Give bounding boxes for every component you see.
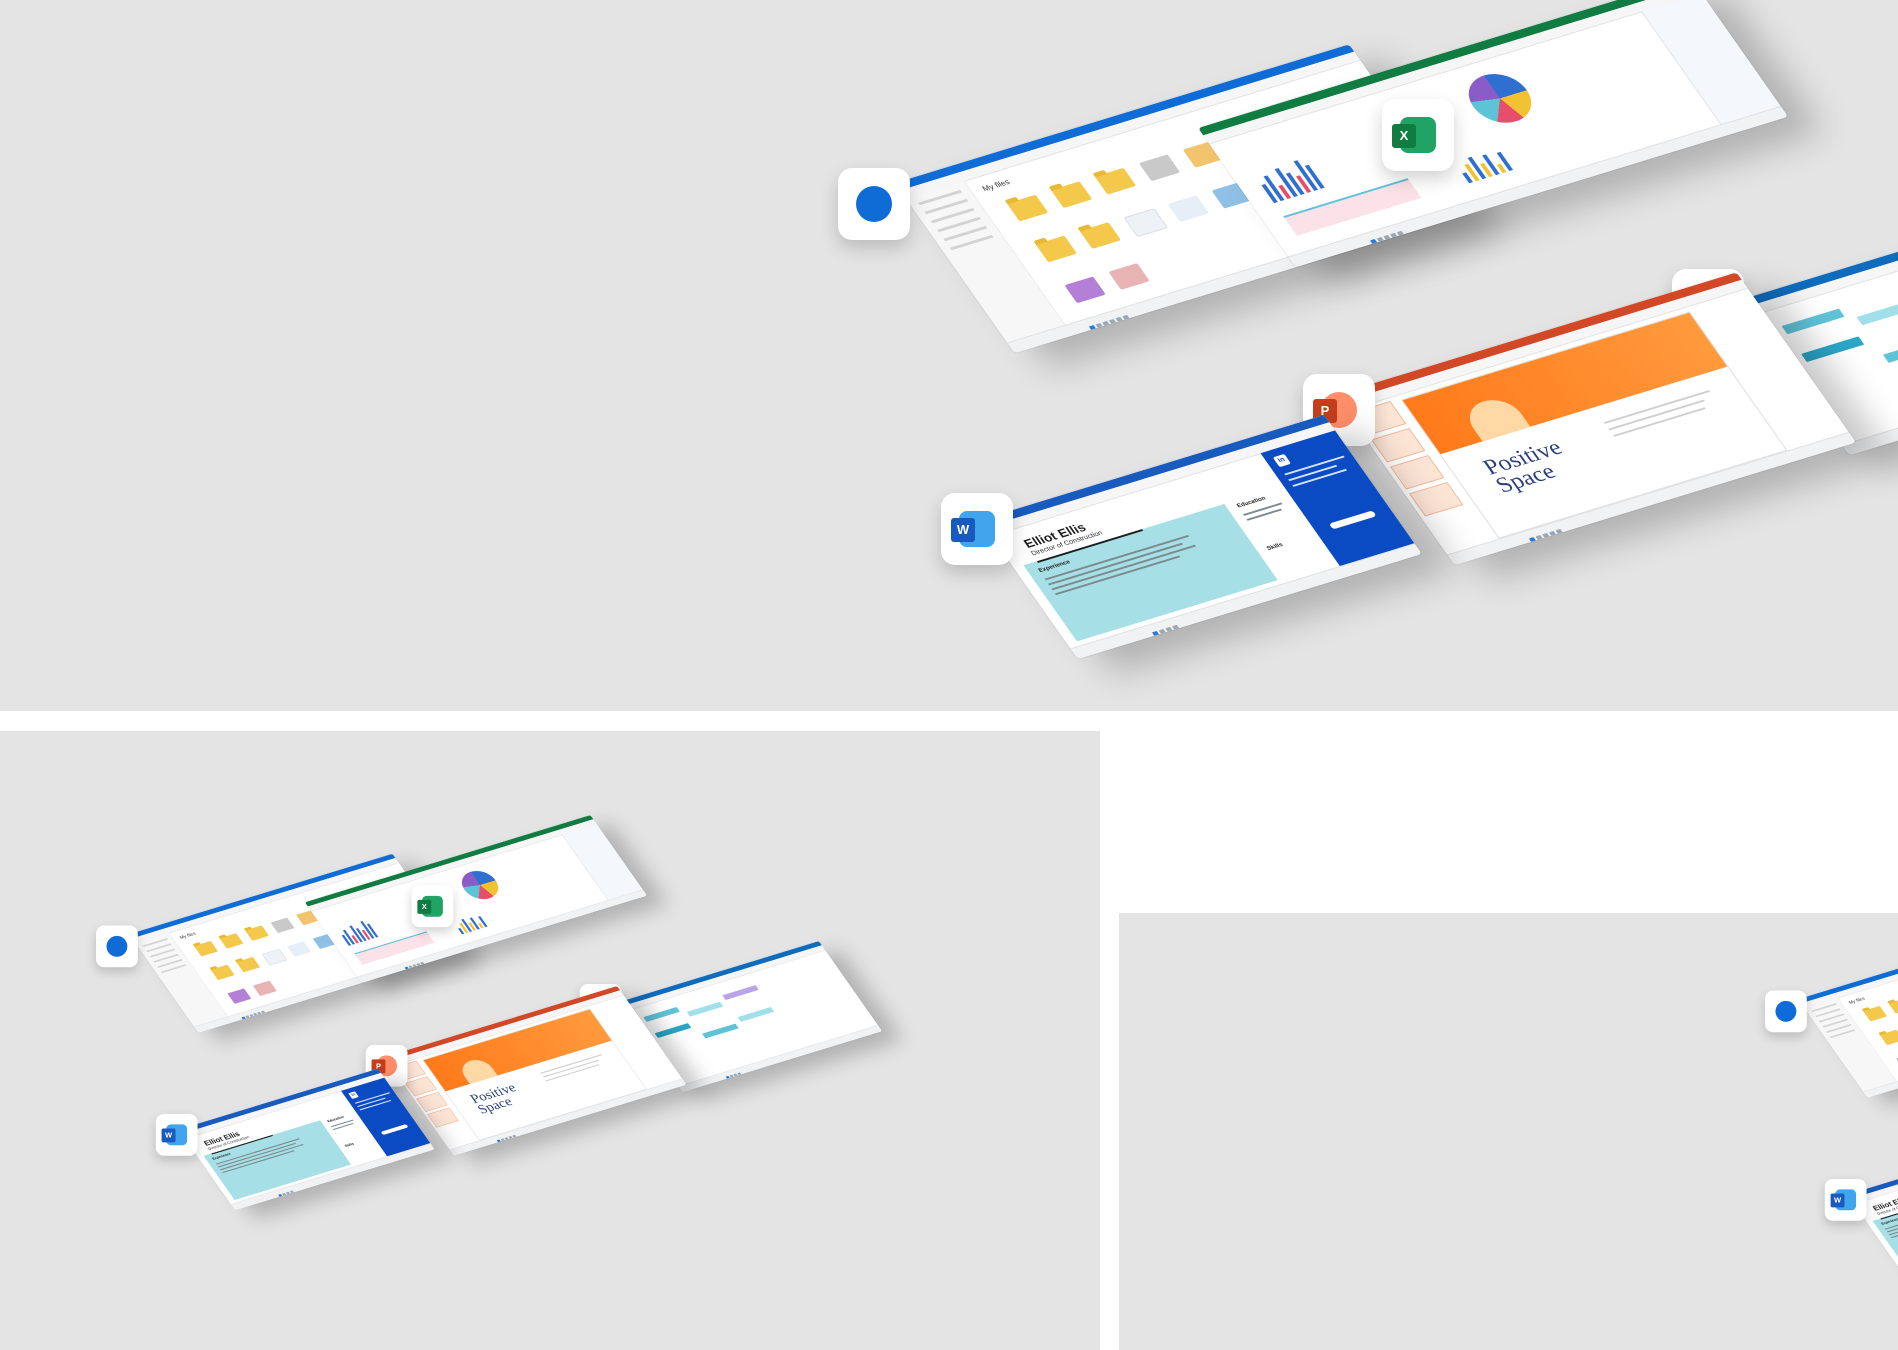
word-window: Elliot Ellis Director of Construction Ex… <box>980 414 1422 660</box>
file-thumbnail[interactable] <box>1108 263 1150 290</box>
onedrive-app-icon[interactable] <box>1765 990 1807 1033</box>
excel-window <box>304 815 648 983</box>
lamp-icon <box>456 1056 498 1084</box>
calendar-event[interactable] <box>654 1023 692 1038</box>
app-collage: My files <box>0 0 1898 711</box>
folder-icon[interactable] <box>210 964 235 981</box>
folder-icon[interactable] <box>1079 222 1121 249</box>
word-letter: W <box>951 518 975 542</box>
file-thumbnail[interactable] <box>1167 195 1209 223</box>
word-app-icon[interactable]: W <box>941 493 1013 565</box>
get-started-button[interactable] <box>1328 510 1377 530</box>
resume-heading-skills: Skills <box>1266 542 1285 552</box>
get-started-button[interactable] <box>380 1124 409 1136</box>
app-collage: My files <box>0 815 883 1246</box>
pie-chart <box>455 867 505 904</box>
lamp-icon <box>1459 394 1531 442</box>
assistant-text-lines <box>1284 455 1352 487</box>
bar-chart <box>336 918 379 946</box>
excel-side-pane <box>561 824 644 901</box>
calendar-event[interactable] <box>1801 336 1865 363</box>
hero-panel-small: My files Elliot Ellis Director of Constr… <box>1119 913 1898 1350</box>
cloud-icon <box>106 935 128 957</box>
file-thumbnail[interactable] <box>261 948 288 966</box>
calendar-event[interactable] <box>737 1006 775 1022</box>
app-collage: My files <box>1279 913 1898 1311</box>
folder-icon[interactable] <box>1094 167 1137 195</box>
hero-panel-medium: My files X Positive Space P Elliot Ellis… <box>0 731 1100 1350</box>
file-thumbnail[interactable] <box>252 980 277 997</box>
calendar-event[interactable] <box>1882 337 1898 363</box>
folder-icon[interactable] <box>1035 235 1078 263</box>
resume-heading-skills: Skills <box>344 1142 355 1149</box>
folder-icon[interactable] <box>1050 181 1093 209</box>
excel-dashboard <box>311 824 644 977</box>
excel-letter: X <box>417 899 432 914</box>
excel-side-pane <box>1641 0 1782 126</box>
folder-icon[interactable] <box>219 933 244 949</box>
assistant-text-lines <box>354 1092 395 1111</box>
cloud-icon <box>1775 1000 1797 1022</box>
onedrive-app-icon[interactable] <box>96 925 138 968</box>
cloud-icon <box>856 186 892 222</box>
bar-chart <box>452 912 488 935</box>
word-window: Elliot Ellis Director of Construction Ex… <box>178 1068 435 1211</box>
folder-icon[interactable] <box>1006 194 1049 222</box>
bar-chart <box>1251 155 1325 204</box>
folder-icon[interactable] <box>1863 1005 1887 1022</box>
linkedin-icon: in <box>348 1091 359 1099</box>
calendar-event[interactable] <box>686 1001 724 1017</box>
calendar-event[interactable] <box>722 985 759 1001</box>
file-thumbnail[interactable] <box>1123 208 1169 238</box>
folder-icon[interactable] <box>194 940 218 957</box>
excel-window <box>1198 0 1789 268</box>
bar-chart <box>1452 145 1514 184</box>
file-thumbnail[interactable] <box>227 988 252 1004</box>
folder-icon[interactable] <box>1888 998 1898 1014</box>
onedrive-page-title: My files <box>178 931 197 940</box>
folder-icon[interactable] <box>236 956 261 973</box>
onedrive-app-icon[interactable] <box>838 168 910 240</box>
excel-app-icon[interactable]: X <box>1382 99 1454 171</box>
pie-chart <box>1457 67 1543 130</box>
word-letter: W <box>1830 1193 1845 1208</box>
word-app-icon[interactable]: W <box>1824 1178 1867 1221</box>
onedrive-content: My files <box>1804 928 1898 1093</box>
file-thumbnail[interactable] <box>287 941 312 957</box>
folder-icon[interactable] <box>245 925 270 941</box>
onedrive-window: My files <box>1798 918 1898 1098</box>
calendar-event[interactable] <box>702 1023 739 1039</box>
word-app-icon[interactable]: W <box>155 1113 198 1156</box>
linkedin-icon: in <box>1272 453 1292 468</box>
folder-icon[interactable] <box>1879 1029 1898 1046</box>
calendar-event[interactable] <box>1856 299 1898 326</box>
word-letter: W <box>161 1128 176 1143</box>
excel-letter: X <box>1392 124 1416 148</box>
onedrive-page-title: My files <box>1847 996 1866 1005</box>
file-thumbnail[interactable] <box>1138 154 1181 182</box>
calendar-event[interactable] <box>643 1006 680 1022</box>
excel-app-icon[interactable]: X <box>411 885 454 928</box>
file-thumbnail[interactable] <box>270 917 295 934</box>
calendar-event[interactable] <box>1781 308 1845 335</box>
onedrive-page-title: My files <box>980 177 1012 194</box>
file-thumbnail[interactable] <box>1064 276 1106 304</box>
hero-panel-large: My files X Positive Space P Elliot Ellis… <box>0 0 1898 711</box>
